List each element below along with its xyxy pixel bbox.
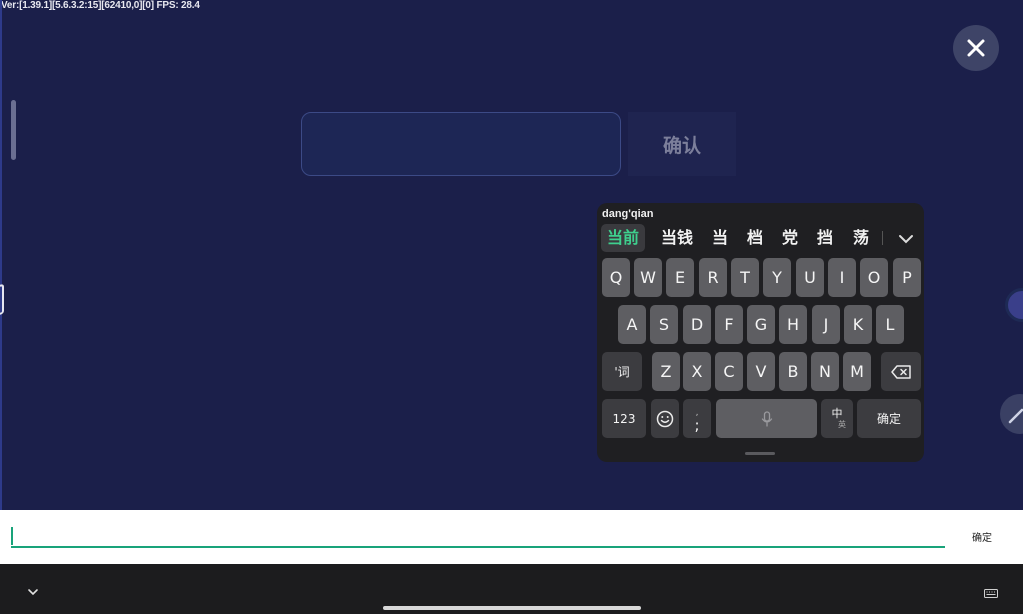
soft-keyboard: dang'qian 当前 当钱 当 档 党 挡 荡 Q W E R T Y U … bbox=[597, 203, 924, 462]
key-enter[interactable]: 确定 bbox=[857, 399, 921, 438]
bottom-input-bar: 确定 bbox=[0, 510, 1023, 564]
key-o[interactable]: O bbox=[860, 258, 888, 297]
bottom-text-input[interactable] bbox=[11, 546, 945, 548]
floating-action-button[interactable] bbox=[1005, 288, 1023, 322]
key-m[interactable]: M bbox=[843, 352, 871, 391]
key-u[interactable]: U bbox=[796, 258, 824, 297]
key-lang-main: 中 bbox=[831, 406, 843, 420]
key-j[interactable]: J bbox=[812, 305, 840, 344]
key-h[interactable]: H bbox=[779, 305, 807, 344]
text-cursor bbox=[11, 527, 13, 545]
key-emoji[interactable] bbox=[651, 399, 679, 438]
keyboard-icon bbox=[984, 589, 998, 598]
left-edge-bar bbox=[0, 0, 2, 510]
key-q[interactable]: Q bbox=[602, 258, 630, 297]
debug-info: Ver:[1.39.1][5.6.3.2:15][62410,0][0] FPS… bbox=[1, 0, 200, 11]
key-punctuation[interactable]: , ; bbox=[683, 399, 711, 438]
key-e[interactable]: E bbox=[666, 258, 694, 297]
pinyin-composition: dang'qian bbox=[602, 208, 654, 220]
candidate-item[interactable]: 挡 bbox=[817, 224, 833, 252]
key-backspace[interactable] bbox=[881, 352, 921, 391]
key-d[interactable]: D bbox=[683, 305, 711, 344]
key-x[interactable]: X bbox=[683, 352, 711, 391]
keyboard-switch-button[interactable] bbox=[984, 585, 998, 598]
key-w[interactable]: W bbox=[634, 258, 662, 297]
scrollbar-handle[interactable] bbox=[11, 100, 16, 160]
emoji-icon bbox=[656, 410, 674, 427]
key-p[interactable]: P bbox=[893, 258, 921, 297]
system-nav-bar bbox=[0, 564, 1023, 614]
edit-button[interactable] bbox=[1000, 394, 1023, 434]
key-a[interactable]: A bbox=[618, 305, 646, 344]
key-b[interactable]: B bbox=[779, 352, 807, 391]
side-tab-handle[interactable] bbox=[0, 283, 4, 317]
key-n[interactable]: N bbox=[811, 352, 839, 391]
candidate-item[interactable]: 当前 bbox=[601, 224, 646, 252]
candidate-item[interactable]: 当钱 bbox=[661, 224, 693, 252]
key-space[interactable] bbox=[716, 399, 817, 438]
candidate-bar: 当前 当钱 当 档 党 挡 荡 bbox=[601, 224, 921, 252]
key-f[interactable]: F bbox=[715, 305, 743, 344]
home-indicator[interactable] bbox=[383, 606, 641, 610]
key-k[interactable]: K bbox=[844, 305, 872, 344]
key-l[interactable]: L bbox=[876, 305, 904, 344]
key-c[interactable]: C bbox=[715, 352, 743, 391]
chevron-down-icon bbox=[28, 589, 38, 596]
keyboard-drag-handle[interactable] bbox=[745, 452, 775, 455]
key-s[interactable]: S bbox=[650, 305, 678, 344]
key-v[interactable]: V bbox=[747, 352, 775, 391]
chevron-down-icon bbox=[899, 235, 913, 244]
key-separator-word[interactable]: '词 bbox=[602, 352, 642, 391]
close-icon bbox=[967, 39, 985, 57]
key-t[interactable]: T bbox=[731, 258, 759, 297]
candidate-divider bbox=[882, 231, 883, 245]
key-z[interactable]: Z bbox=[652, 352, 680, 391]
candidate-item[interactable]: 党 bbox=[782, 224, 798, 252]
bottom-confirm-button[interactable]: 确定 bbox=[962, 527, 1002, 545]
key-y[interactable]: Y bbox=[763, 258, 791, 297]
pencil-icon bbox=[1008, 408, 1023, 424]
key-i[interactable]: I bbox=[828, 258, 856, 297]
key-g[interactable]: G bbox=[747, 305, 775, 344]
close-button[interactable] bbox=[953, 25, 999, 71]
candidate-item[interactable]: 荡 bbox=[853, 224, 869, 252]
key-r[interactable]: R bbox=[699, 258, 727, 297]
candidate-item[interactable]: 档 bbox=[747, 224, 763, 252]
expand-candidates-button[interactable] bbox=[896, 228, 916, 248]
key-punctuation-main: ; bbox=[694, 415, 700, 434]
backspace-icon bbox=[891, 364, 911, 379]
key-lang-switch[interactable]: 中 英 bbox=[821, 399, 853, 438]
key-lang-sub: 英 bbox=[838, 419, 846, 429]
key-numbers[interactable]: 123 bbox=[602, 399, 646, 438]
text-input[interactable] bbox=[301, 112, 621, 176]
hide-keyboard-button[interactable] bbox=[26, 584, 40, 596]
candidate-item[interactable]: 当 bbox=[712, 224, 728, 252]
confirm-button[interactable]: 确认 bbox=[628, 112, 736, 176]
mic-icon bbox=[761, 410, 772, 427]
